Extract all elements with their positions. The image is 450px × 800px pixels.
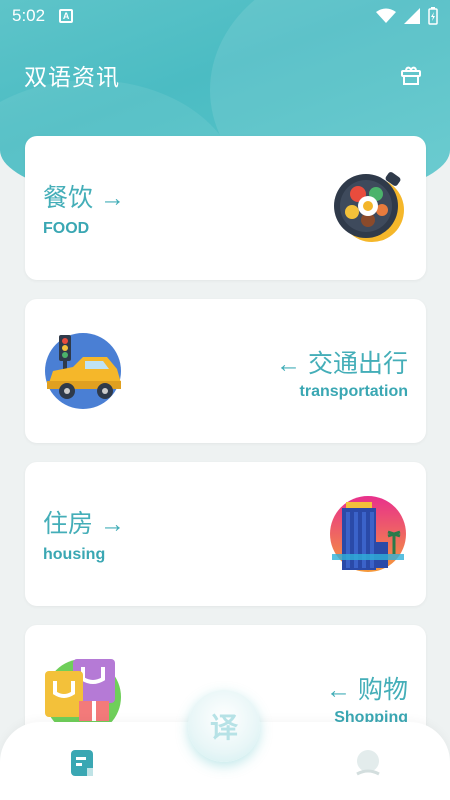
- gift-icon: [401, 66, 421, 85]
- tab-news[interactable]: [67, 748, 97, 778]
- card-title-zh: 住房 →: [43, 510, 125, 538]
- notification-icon: A: [59, 9, 74, 23]
- food-bowl-icon: [334, 172, 404, 242]
- book-icon: [71, 750, 93, 776]
- category-card-housing[interactable]: 住房 → housing: [25, 462, 426, 606]
- gift-button[interactable]: [396, 60, 426, 90]
- tab-profile[interactable]: [353, 748, 383, 778]
- category-card-food[interactable]: 餐饮 → FOOD: [25, 136, 426, 280]
- status-time: 5:02: [12, 6, 46, 25]
- building-icon: [330, 496, 406, 572]
- car-icon: [45, 333, 121, 409]
- translate-button[interactable]: 译: [188, 690, 260, 762]
- card-title-zh: 餐饮 →: [43, 184, 125, 212]
- profile-icon: [356, 750, 380, 776]
- category-card-transportation[interactable]: ← 交通出行 transportation: [25, 299, 426, 443]
- card-title-en: FOOD: [43, 220, 90, 237]
- card-title-en: transportation: [299, 383, 408, 400]
- signal-icon: [404, 8, 420, 24]
- status-bar: 5:02 A: [0, 0, 450, 32]
- card-title-en: housing: [43, 546, 106, 563]
- card-title-zh: ← 交通出行: [276, 350, 408, 378]
- page-title: 双语资讯: [24, 64, 120, 90]
- card-title-zh: ← 购物: [326, 676, 408, 704]
- wifi-icon: [376, 8, 396, 23]
- app-bar: 双语资讯: [0, 50, 450, 100]
- battery-icon: [428, 7, 438, 25]
